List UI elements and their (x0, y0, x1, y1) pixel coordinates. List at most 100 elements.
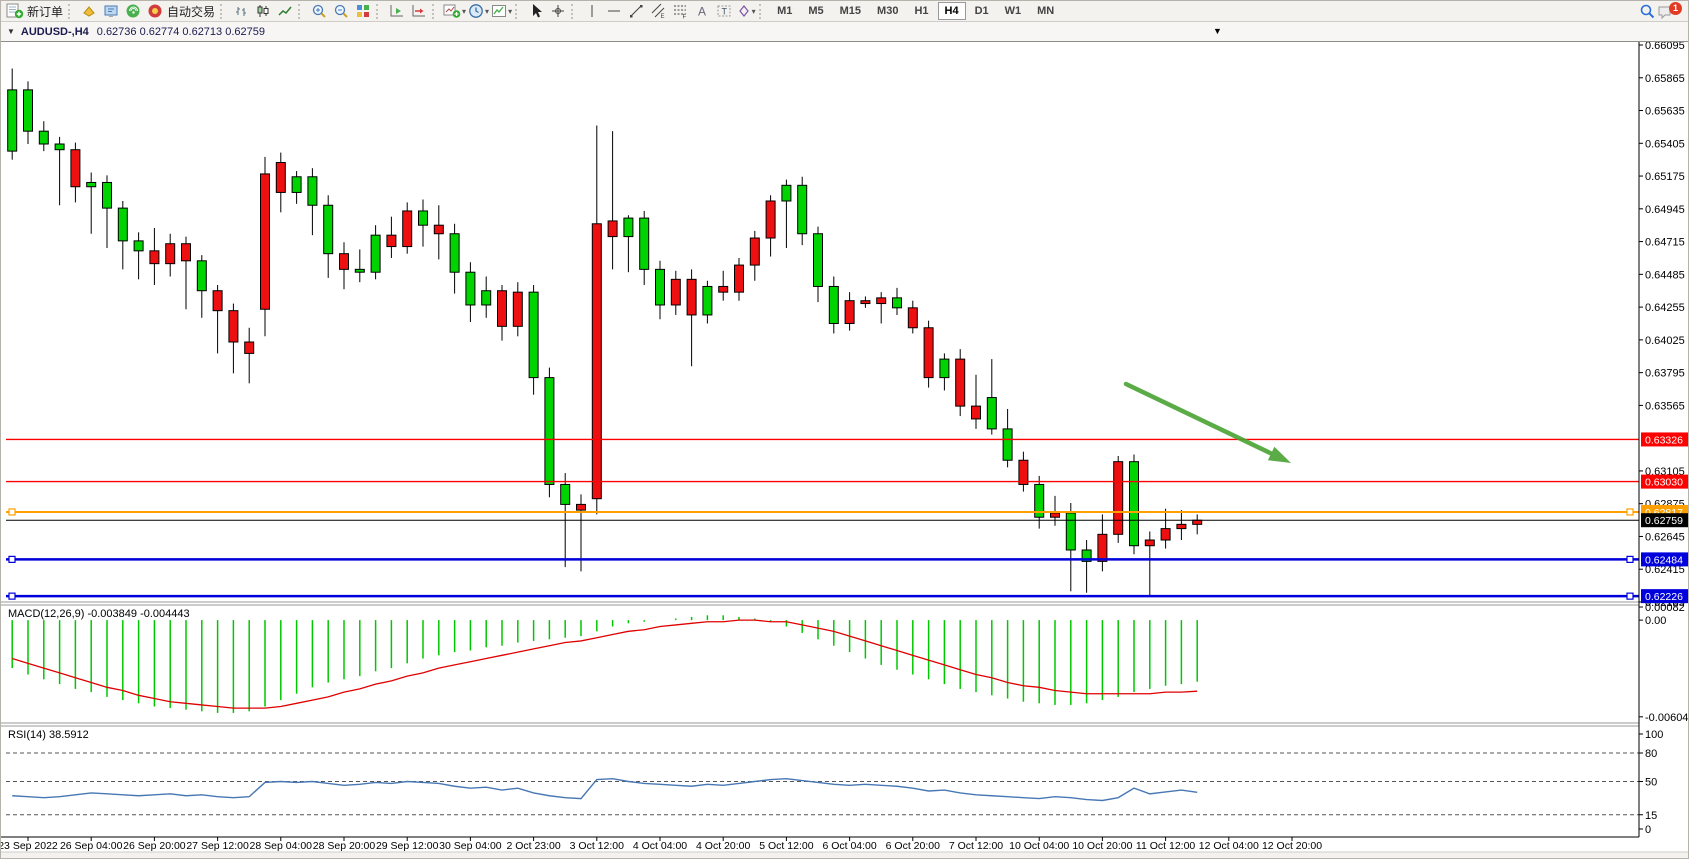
svg-text:26 Sep 20:00: 26 Sep 20:00 (123, 840, 186, 852)
chart-shift-button[interactable] (408, 2, 430, 21)
timeframe-M1[interactable]: M1 (770, 2, 799, 20)
svg-text:0.64945: 0.64945 (1645, 204, 1685, 216)
fibonacci-button[interactable]: F (669, 2, 691, 21)
horizontal-line-button[interactable] (603, 2, 625, 21)
chart-symbol-title: AUDUSD-,H4 (21, 26, 89, 38)
chart-title-bar[interactable]: ▼ AUDUSD-,H4 0.62736 0.62774 0.62713 0.6… (1, 22, 1689, 42)
svg-text:T: T (722, 7, 728, 17)
zoom-out-icon (333, 3, 349, 19)
svg-text:0.65865: 0.65865 (1645, 73, 1685, 85)
candlestick-chart-button[interactable] (252, 2, 274, 21)
svg-text:0.63105: 0.63105 (1645, 466, 1685, 478)
svg-text:0.63795: 0.63795 (1645, 368, 1685, 380)
svg-text:27 Sep 12:00: 27 Sep 12:00 (186, 840, 249, 852)
tile-windows-icon (355, 3, 371, 19)
new-order-label[interactable]: 新订单 (27, 3, 63, 20)
svg-text:0.65635: 0.65635 (1645, 106, 1685, 118)
text-button[interactable]: A (691, 2, 713, 21)
toolbar-grip (298, 4, 305, 19)
svg-text:0: 0 (1645, 824, 1651, 836)
chart-shift-marker-icon[interactable]: ▼ (1213, 26, 1222, 36)
line-chart-icon (277, 3, 293, 19)
svg-text:80: 80 (1645, 748, 1657, 760)
svg-text:E: E (661, 14, 665, 19)
timeframe-H1[interactable]: H1 (907, 2, 935, 20)
svg-text:0.62759: 0.62759 (1645, 515, 1683, 527)
svg-text:100: 100 (1645, 729, 1663, 741)
candles (8, 69, 1202, 597)
autotrading-label[interactable]: 自动交易 (167, 3, 215, 20)
timeframe-bar: M1M5M15M30H1H4D1W1MN (769, 2, 1062, 20)
toolbar-grip (432, 4, 439, 19)
search-button[interactable] (1636, 2, 1658, 21)
tile-windows-button[interactable] (352, 2, 374, 21)
trendline-button[interactable] (625, 2, 647, 21)
svg-text:-0.006044: -0.006044 (1645, 712, 1689, 724)
new-order-button[interactable] (4, 2, 26, 21)
trendline-icon (628, 3, 644, 19)
channel-button[interactable]: E (647, 2, 669, 21)
svg-text:10 Oct 20:00: 10 Oct 20:00 (1072, 840, 1132, 852)
timeframe-D1[interactable]: D1 (968, 2, 996, 20)
crosshair-button[interactable] (547, 2, 569, 21)
svg-text:0.62185: 0.62185 (1645, 597, 1685, 609)
fibonacci-icon: F (672, 3, 688, 19)
rsi-line (12, 779, 1197, 801)
svg-text:0.65405: 0.65405 (1645, 138, 1685, 150)
bar-chart-button[interactable] (230, 2, 252, 21)
templates-button[interactable]: ▾ (490, 2, 513, 21)
svg-text:26 Sep 04:00: 26 Sep 04:00 (60, 840, 123, 852)
svg-text:7 Oct 12:00: 7 Oct 12:00 (949, 840, 1003, 852)
line-chart-button[interactable] (274, 2, 296, 21)
timeframe-MN[interactable]: MN (1030, 2, 1061, 20)
indicators-button[interactable]: ▾ (442, 2, 467, 21)
cursor-button[interactable] (525, 2, 547, 21)
chevron-down-icon: ▾ (508, 7, 512, 16)
zoom-in-icon (311, 3, 327, 19)
autotrading-button[interactable] (144, 2, 166, 21)
svg-text:0.63326: 0.63326 (1645, 434, 1683, 446)
cursor-icon (528, 3, 544, 19)
svg-text:0.64025: 0.64025 (1645, 335, 1685, 347)
timeframe-M30[interactable]: M30 (870, 2, 905, 20)
signals-button[interactable] (122, 2, 144, 21)
svg-text:0.64715: 0.64715 (1645, 237, 1685, 249)
macd-label: MACD(12,26,9) -0.003849 -0.004443 (8, 608, 190, 620)
timeframe-M15[interactable]: M15 (833, 2, 868, 20)
svg-text:0.62645: 0.62645 (1645, 531, 1685, 543)
channel-icon: E (650, 3, 666, 19)
price-badge-resistance-lower: 0.63030 (1641, 475, 1689, 489)
auto-scroll-icon (389, 3, 405, 19)
price-axis: 0.660950.658650.656350.654050.651750.649… (1639, 40, 1689, 609)
svg-text:0.65175: 0.65175 (1645, 171, 1685, 183)
notification-count-badge: 1 (1669, 2, 1682, 15)
shapes-button[interactable]: ▾ (735, 2, 757, 21)
crosshair-icon (550, 3, 566, 19)
svg-text:0.00: 0.00 (1645, 615, 1666, 627)
toolbar-grip (376, 4, 383, 19)
timeframe-M5[interactable]: M5 (801, 2, 830, 20)
svg-text:15: 15 (1645, 810, 1657, 822)
chart-dropdown-icon[interactable]: ▼ (7, 27, 15, 36)
candlestick-chart-icon (255, 3, 271, 19)
notification-button[interactable]: 1 (1658, 2, 1682, 21)
market-watch-button[interactable] (100, 2, 122, 21)
svg-text:0.64255: 0.64255 (1645, 302, 1685, 314)
timeframe-W1[interactable]: W1 (998, 2, 1029, 20)
text-label-button[interactable]: T (713, 2, 735, 21)
quotes-button[interactable] (78, 2, 100, 21)
vertical-line-button[interactable] (581, 2, 603, 21)
timeframe-H4[interactable]: H4 (938, 2, 966, 20)
periods-icon (468, 3, 484, 19)
zoom-in-button[interactable] (308, 2, 330, 21)
quotes-icon (81, 3, 97, 19)
periods-button[interactable]: ▾ (467, 2, 490, 21)
level-lines (6, 439, 1639, 599)
auto-scroll-button[interactable] (386, 2, 408, 21)
zoom-out-button[interactable] (330, 2, 352, 21)
macd-pane (12, 615, 1197, 713)
signals-icon (125, 3, 141, 19)
price-badge-current-price: 0.62759 (1641, 513, 1689, 527)
bar-chart-icon (233, 3, 249, 19)
svg-text:6 Oct 20:00: 6 Oct 20:00 (886, 840, 940, 852)
